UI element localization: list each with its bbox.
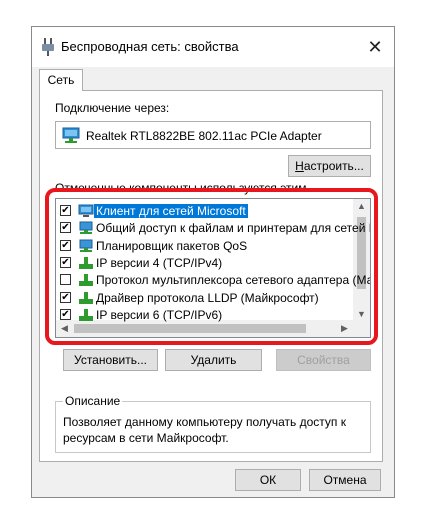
list-item[interactable]: Протокол мультиплексора сетевого адаптер… <box>56 272 370 290</box>
component-checkbox[interactable]: ✔ <box>60 239 71 251</box>
ok-button-label: ОК <box>259 473 277 487</box>
list-item[interactable]: ✔ IP версии 4 (TCP/IPv4) <box>56 255 356 272</box>
components-list: ▲ ▼ ◀ ▶ ✔ Клиент для сетей Microsoft ✔ Общи… <box>55 198 371 338</box>
title-bar: Беспроводная сеть: свойства ✕ <box>32 27 394 67</box>
protocol-icon <box>78 291 94 308</box>
description-group: Описание Позволяет данному компьютеру по… <box>55 394 371 453</box>
component-checkbox[interactable] <box>60 274 71 286</box>
install-button[interactable]: Установить... <box>63 349 158 371</box>
horizontal-scroll-thumb[interactable] <box>74 324 306 333</box>
cancel-button[interactable]: Отмена <box>309 469 381 491</box>
properties-button[interactable]: Свойства <box>276 349 371 371</box>
description-title: Описание <box>63 394 123 408</box>
protocol-icon <box>78 273 94 290</box>
network-client-icon <box>78 204 94 221</box>
component-checkbox[interactable]: ✔ <box>60 205 71 216</box>
network-service-icon <box>78 221 94 238</box>
protocol-icon <box>78 308 94 325</box>
network-adapter-icon <box>42 38 54 56</box>
component-label: Клиент для сетей Microsoft <box>94 204 248 218</box>
description-text: Позволяет данному компьютеру получать до… <box>63 415 346 445</box>
properties-button-label: Свойства <box>297 353 350 367</box>
cancel-button-label: Отмена <box>323 473 367 487</box>
network-card-icon <box>62 127 80 143</box>
component-checkbox[interactable]: ✔ <box>60 256 71 268</box>
configure-button[interactable]: Настроить... <box>288 155 371 177</box>
component-label: IP версии 6 (TCP/IPv6) <box>96 307 223 322</box>
window-title: Беспроводная сеть: свойства <box>61 39 239 54</box>
connect-using-label: Подключение через: <box>55 101 170 115</box>
component-checkbox[interactable]: ✔ <box>60 291 71 303</box>
list-item[interactable]: ✔ IP версии 6 (TCP/IPv6) <box>56 307 356 324</box>
component-label: IP версии 4 (TCP/IPv4) <box>96 255 223 270</box>
uninstall-button[interactable]: Удалить <box>165 349 262 371</box>
scroll-left-icon[interactable]: ◀ <box>56 323 73 334</box>
list-item[interactable]: ✔ Общий доступ к файлам и принтерам для с… <box>56 220 370 238</box>
component-label: Планировщик пакетов QoS <box>96 238 248 253</box>
properties-dialog: Беспроводная сеть: свойства ✕ Сеть Подкл… <box>31 26 395 498</box>
tab-panel: Подключение через: Realtek RTL8822BE 802… <box>39 90 383 462</box>
close-icon: ✕ <box>367 37 383 57</box>
component-label: Общий доступ к файлам и принтерам для се… <box>96 221 371 236</box>
adapter-field: Realtek RTL8822BE 802.11ac PCIe Adapter <box>55 121 371 149</box>
uninstall-button-label: Удалить <box>190 353 237 367</box>
component-checkbox[interactable]: ✔ <box>60 308 71 320</box>
component-label: Драйвер протокола LLDP (Майкрософт) <box>96 290 319 305</box>
tab-network[interactable]: Сеть <box>39 69 83 91</box>
install-button-label: Установить... <box>74 353 147 367</box>
close-button[interactable]: ✕ <box>364 36 386 58</box>
protocol-icon <box>78 256 94 273</box>
scroll-right-icon[interactable]: ▶ <box>336 323 353 334</box>
ok-button[interactable]: ОК <box>235 469 301 491</box>
list-item[interactable]: ✔ Клиент для сетей Microsoft <box>56 203 356 220</box>
list-item[interactable]: ✔ Планировщик пакетов QoS <box>56 238 356 255</box>
component-checkbox[interactable]: ✔ <box>60 222 71 234</box>
configure-button-label: Настроить... <box>295 159 364 173</box>
list-item[interactable]: ✔ Драйвер протокола LLDP (Майкрософт) <box>56 290 356 307</box>
network-service-icon <box>78 239 94 256</box>
component-label: Протокол мультиплексора сетевого адаптер… <box>96 273 371 288</box>
adapter-name: Realtek RTL8822BE 802.11ac PCIe Adapter <box>86 129 322 143</box>
